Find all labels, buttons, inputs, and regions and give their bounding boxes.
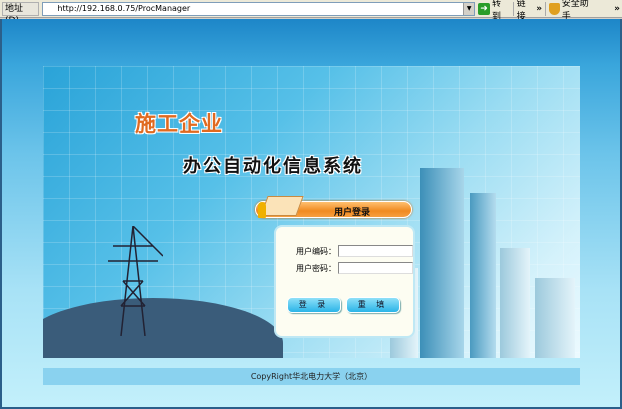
user-code-label: 用户编码： <box>296 246 336 256</box>
address-label: 地址(D) <box>2 1 40 26</box>
power-tower-icon <box>108 226 163 336</box>
copyright-footer: CopyRight华北电力大学（北京） <box>43 368 580 385</box>
dropdown-arrow-icon[interactable]: ▼ <box>463 2 475 15</box>
banner-image: 施工企业 办公自动化信息系统 用户登录 用户编码： 用户密码： 登 录 重 填 <box>43 66 580 358</box>
system-title: 办公自动化信息系统 <box>183 156 363 177</box>
separator <box>545 1 546 16</box>
chevron-icon[interactable]: » <box>614 4 620 14</box>
url-text: http://192.168.0.75/ProcManager <box>57 3 191 13</box>
user-icon <box>258 202 266 218</box>
password-input[interactable] <box>338 262 413 274</box>
address-bar: 地址(D) http://192.168.0.75/ProcManager ▼ ➜… <box>0 0 622 26</box>
page-content: 施工企业 办公自动化信息系统 用户登录 用户编码： 用户密码： 登 录 重 填 … <box>0 19 622 409</box>
login-form: 用户编码： 用户密码： 登 录 重 填 <box>274 225 415 338</box>
book-icon <box>260 196 304 216</box>
user-code-row: 用户编码： <box>276 245 413 257</box>
password-row: 用户密码： <box>276 262 413 274</box>
login-header: 用户登录 <box>255 196 412 218</box>
reset-button[interactable]: 重 填 <box>346 297 400 313</box>
password-label: 用户密码： <box>296 263 336 273</box>
chevron-icon: » <box>536 3 543 14</box>
url-input[interactable]: http://192.168.0.75/ProcManager ▼ <box>42 1 476 16</box>
company-title: 施工企业 <box>135 111 223 136</box>
shield-icon <box>549 2 560 15</box>
login-button[interactable]: 登 录 <box>287 297 341 313</box>
separator <box>512 1 514 16</box>
go-arrow-icon: ➜ <box>478 2 490 15</box>
city-skyline <box>390 106 580 358</box>
login-header-label: 用户登录 <box>334 208 371 218</box>
user-code-input[interactable] <box>338 245 413 257</box>
